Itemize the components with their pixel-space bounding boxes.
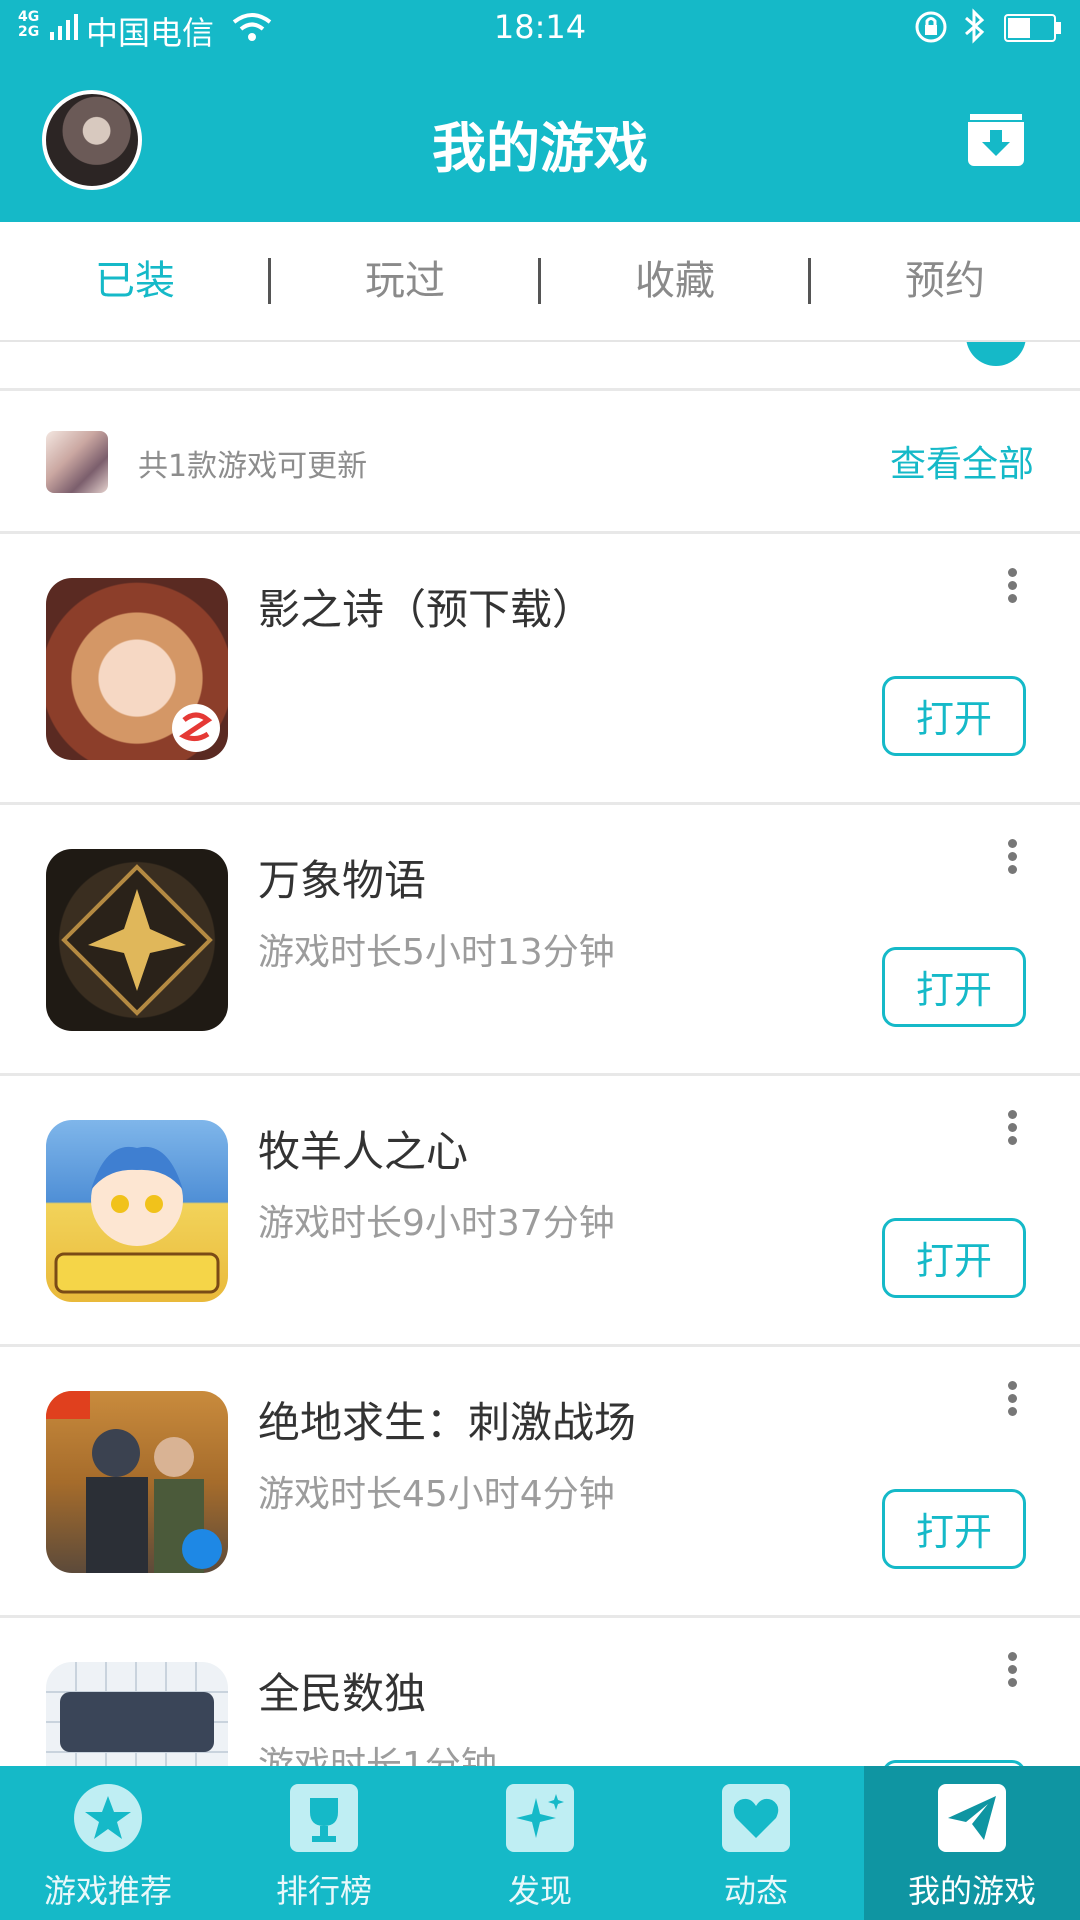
paper-plane-icon	[938, 1784, 1006, 1852]
game-name: 绝地求生：刺激战场	[258, 1398, 637, 1447]
download-manager-button[interactable]	[968, 112, 1024, 166]
trophy-icon	[290, 1784, 358, 1852]
nav-label: 游戏推荐	[43, 1872, 172, 1910]
bluetooth-icon	[965, 8, 985, 44]
tab-installed[interactable]: 已装	[0, 222, 270, 340]
tab-favorites[interactable]: 收藏	[540, 222, 810, 340]
update-game-thumbnail	[46, 431, 108, 493]
tab-played[interactable]: 玩过	[270, 222, 540, 340]
more-options-icon[interactable]	[1000, 564, 1024, 614]
nav-label: 发现	[507, 1872, 572, 1910]
open-game-button[interactable]: 打开	[882, 676, 1026, 756]
game-name: 影之诗（预下载）	[258, 585, 595, 634]
nav-my-games[interactable]: 我的游戏	[864, 1766, 1080, 1920]
more-options-icon[interactable]	[1000, 1106, 1024, 1156]
game-item[interactable]: 影之诗（预下载） 打开	[0, 534, 1080, 805]
nav-ranking[interactable]: 排行榜	[216, 1766, 432, 1920]
game-playtime: 游戏时长45小时4分钟	[258, 1474, 615, 1515]
game-name: 万象物语	[258, 856, 427, 905]
game-icon-shepherd-heart	[46, 1120, 228, 1302]
more-options-icon[interactable]	[1000, 835, 1024, 885]
update-count-text: 共1款游戏可更新	[138, 449, 368, 484]
game-playtime: 游戏时长9小时37分钟	[258, 1203, 615, 1244]
game-name: 全民数独	[258, 1669, 427, 1718]
floating-button-edge	[966, 342, 1026, 366]
character-icon	[54, 1146, 220, 1294]
star-icon	[74, 1784, 142, 1852]
app-header: 我的游戏	[0, 56, 1080, 222]
nav-label: 动态	[723, 1872, 788, 1910]
crest-icon	[61, 864, 213, 1016]
nav-label: 排行榜	[275, 1872, 372, 1910]
game-icon-pubg-mobile	[46, 1391, 228, 1573]
game-playtime: 游戏时长5小时13分钟	[258, 932, 615, 973]
heart-icon	[722, 1784, 790, 1852]
open-game-button[interactable]: 打开	[882, 1489, 1026, 1569]
battery-icon	[1004, 14, 1061, 42]
nav-feed[interactable]: 动态	[648, 1766, 864, 1920]
sparkle-icon	[506, 1784, 574, 1852]
more-options-icon[interactable]	[1000, 1648, 1024, 1698]
game-item[interactable]: 绝地求生：刺激战场 游戏时长45小时4分钟 打开	[0, 1347, 1080, 1618]
scroll-remnant	[0, 342, 1080, 391]
page-title: 我的游戏	[432, 117, 648, 180]
netease-logo-icon	[172, 704, 220, 752]
game-item[interactable]: 万象物语 游戏时长5小时13分钟 打开	[0, 805, 1080, 1076]
update-notice-row[interactable]: 共1款游戏可更新 查看全部	[0, 391, 1080, 534]
bottom-navigation: 游戏推荐 排行榜 发现 动态 我的游戏	[0, 1766, 1080, 1920]
game-item[interactable]: 牧羊人之心 游戏时长9小时37分钟 打开	[0, 1076, 1080, 1347]
status-bar: 4G 2G 中国电信 18:14	[0, 0, 1080, 56]
soldiers-icon	[46, 1391, 222, 1573]
nav-game-recommend[interactable]: 游戏推荐	[0, 1766, 216, 1920]
open-game-button[interactable]: 打开	[882, 1218, 1026, 1298]
more-options-icon[interactable]	[1000, 1377, 1024, 1427]
game-icon-wanxiang	[46, 849, 228, 1031]
open-game-button[interactable]: 打开	[882, 947, 1026, 1027]
tab-bar: 已装 玩过 收藏 预约	[0, 222, 1080, 342]
game-name: 牧羊人之心	[258, 1127, 469, 1176]
game-icon-shadowverse	[46, 578, 228, 760]
view-all-link[interactable]: 查看全部	[890, 435, 1034, 487]
nav-discover[interactable]: 发现	[432, 1766, 648, 1920]
tab-reserved[interactable]: 预约	[810, 222, 1080, 340]
download-icon	[968, 112, 1024, 156]
rotation-lock-icon	[915, 11, 947, 43]
nav-label: 我的游戏	[907, 1872, 1036, 1910]
